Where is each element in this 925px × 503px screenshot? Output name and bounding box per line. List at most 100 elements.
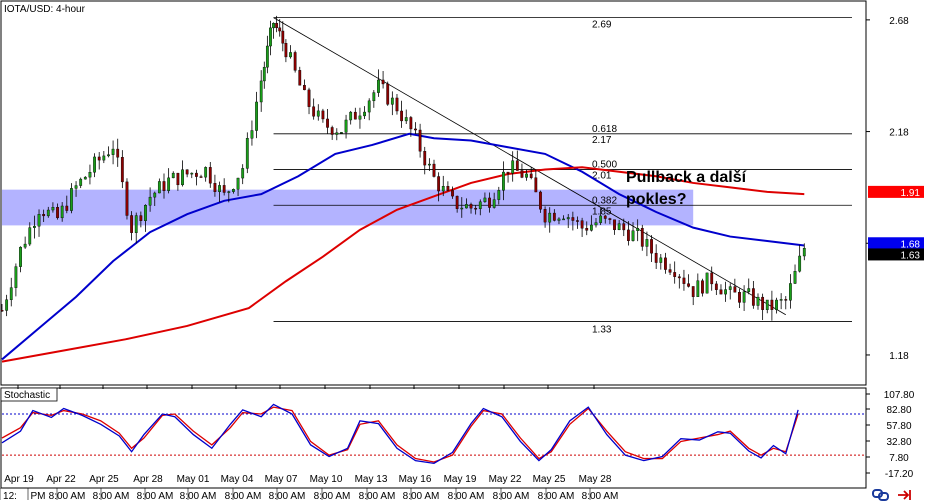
candle-body (377, 79, 380, 93)
candle-body (566, 217, 570, 220)
price-tick-label: 2.18 (889, 128, 909, 139)
candle-body (710, 272, 714, 285)
candle-body (492, 199, 496, 208)
fib-price-label: 1.33 (592, 324, 612, 335)
candle-body (636, 228, 640, 231)
price-badge-label: 1.63 (901, 250, 921, 261)
time-tick-label: 8:00 AM (403, 491, 440, 502)
candle-body (46, 209, 50, 217)
consolidation-zone (2, 189, 694, 226)
candle-body (437, 176, 441, 192)
x-tick-label: Apr 22 (46, 474, 76, 485)
candle-body (751, 288, 755, 306)
candle-body (335, 132, 339, 135)
candle-body (358, 115, 362, 120)
candle-body (529, 173, 533, 178)
time-tick-label: 8:00 AM (269, 491, 306, 502)
candle-body (60, 205, 64, 219)
candle-body (298, 70, 302, 86)
stochastic-tick-label: 82.80 (886, 405, 911, 416)
candle-body (677, 276, 681, 279)
candle-body (765, 299, 769, 310)
candle-body (208, 167, 212, 184)
candle-body (775, 299, 778, 310)
candle-body (645, 239, 649, 247)
candle-body (19, 246, 22, 267)
candle-body (640, 228, 644, 247)
stochastic-panel[interactable]: Stochastic (0, 387, 867, 489)
time-tick-label: 8:00 AM (49, 491, 86, 502)
candle-body (414, 128, 417, 131)
annotation-line-2: pokles? (626, 191, 686, 208)
candle-body (668, 269, 672, 273)
candle-body (125, 181, 129, 216)
candle-body (502, 171, 505, 191)
candle-body (307, 89, 311, 107)
candle-body (400, 110, 403, 122)
candle-body (321, 110, 325, 120)
candle-body (664, 257, 667, 270)
candle-body (111, 148, 115, 155)
candle-body (552, 212, 556, 221)
price-axis[interactable]: 2.682.181.681.181.911.681.63 (866, 16, 924, 362)
candle-body (404, 117, 408, 122)
candle-body (622, 223, 626, 231)
candle-body (469, 204, 473, 209)
candle-body (241, 168, 245, 179)
candle-body (281, 30, 285, 44)
x-tick-label: May 19 (444, 474, 477, 485)
link-icon[interactable] (872, 489, 889, 501)
candle-body (520, 170, 524, 178)
candle-body (0, 310, 4, 312)
candle-body (793, 271, 797, 284)
candle-body (497, 190, 501, 200)
stochastic-tick-label: 107.80 (884, 390, 915, 401)
candle-body (33, 225, 36, 228)
stochastic-panel-frame (0, 387, 867, 489)
candle-body (176, 172, 180, 186)
candle-body (617, 223, 621, 231)
time-tick-label: 8:00 AM (137, 491, 174, 502)
candle-body (284, 43, 288, 58)
candle-body (289, 52, 292, 58)
candle-body (56, 207, 59, 219)
candle-body (157, 181, 161, 194)
candle-body (682, 277, 686, 284)
time-tick-label: 8:00 AM (493, 491, 530, 502)
x-tick-label: May 04 (221, 474, 254, 485)
candle-body (330, 127, 334, 135)
candle-body (199, 176, 203, 178)
candle-body (303, 85, 306, 91)
candle-body (269, 27, 272, 47)
time-tick-label: 8:00 AM (180, 491, 217, 502)
price-panel[interactable]: 2.690.6182.170.5002.010.3821.851.33 IOTA… (0, 0, 867, 386)
stochastic-title: Stochastic (4, 390, 50, 401)
candle-body (204, 167, 208, 178)
candle-body (262, 66, 266, 82)
candle-body (691, 286, 695, 297)
candle-body (349, 111, 353, 121)
stochastic-tick-label: 7.80 (889, 453, 909, 464)
candle-body (789, 283, 792, 301)
candle-body (144, 205, 147, 221)
candle-body (515, 160, 519, 171)
time-tick-label: 8:00 AM (538, 491, 575, 502)
candle-body (88, 172, 92, 178)
candle-body (705, 272, 709, 294)
candle-body (134, 215, 138, 233)
candle-body (42, 214, 46, 217)
candle-body (5, 299, 9, 311)
candle-body (255, 101, 258, 131)
candle-body (37, 214, 41, 227)
candle-body (70, 188, 73, 211)
candle-body (608, 218, 612, 220)
candle-body (571, 217, 575, 221)
candle-body (589, 224, 593, 231)
candle-body (557, 218, 561, 221)
candle-body (576, 220, 579, 222)
candle-body (631, 230, 635, 241)
candle-body (259, 80, 263, 103)
scroll-right-icon[interactable] (898, 490, 911, 500)
candle-body (386, 83, 390, 105)
x-tick-label: May 22 (489, 474, 522, 485)
